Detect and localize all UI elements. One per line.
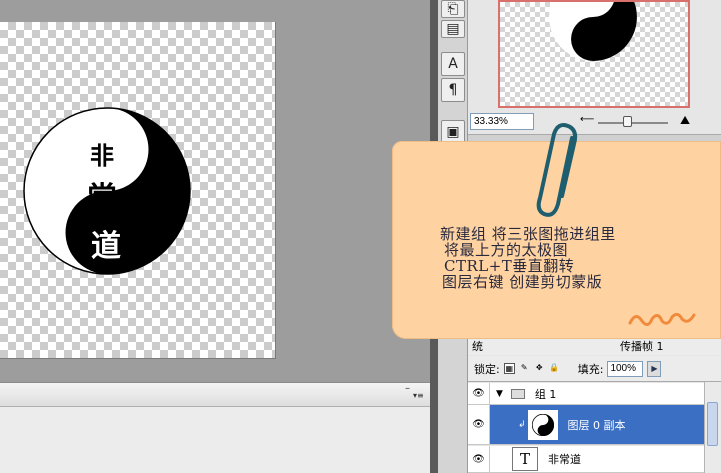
character-panel-icon[interactable]: A	[441, 52, 465, 76]
navigator-preview[interactable]	[498, 0, 690, 108]
layer-row-text[interactable]: 👁 T 非常道	[468, 446, 704, 473]
zoom-slider-track[interactable]	[598, 122, 668, 124]
layer-name: 图层 0 副本	[567, 418, 626, 432]
layers-scrollbar[interactable]	[704, 382, 721, 473]
layer-row-selected[interactable]: 👁 ↲ 图层 0 副本	[468, 405, 704, 445]
bottom-panel-header: – ▾≡	[0, 383, 430, 407]
lock-all-icon[interactable]: 🔒	[549, 363, 560, 374]
propagate-frame-label[interactable]: 传播帧 1	[620, 338, 664, 354]
navigator-zoom-row: ⟵ ⛰	[468, 113, 721, 131]
text-layer-thumb-icon: T	[512, 447, 538, 471]
layer-name: 非常道	[548, 453, 581, 466]
art-char-1: 非	[90, 141, 114, 170]
fill-arrow-icon[interactable]: ▶	[647, 360, 662, 377]
clip-arrow-icon: ↲	[518, 419, 526, 430]
folder-icon	[510, 388, 525, 399]
scrollbar-thumb[interactable]	[707, 402, 718, 446]
art-char-3: 道	[91, 229, 121, 264]
lock-label: 锁定:	[474, 362, 500, 376]
blend-mode-partial: 统	[472, 340, 483, 353]
zoom-in-icon[interactable]: ⛰	[680, 113, 690, 128]
note-line-4: 图层右键 创建剪切蒙版	[442, 273, 603, 291]
expand-triangle-icon[interactable]: ▼	[496, 389, 503, 399]
navigator-thumbnail	[549, 2, 637, 61]
lock-paint-icon[interactable]: ✎	[519, 363, 530, 374]
layer-name: 组 1	[534, 387, 557, 401]
layer-row-group[interactable]: 👁 ▼ 组 1	[468, 383, 704, 405]
lock-move-icon[interactable]: ✥	[534, 363, 545, 374]
fill-label: 填充:	[577, 362, 604, 376]
lock-row: 锁定: ▦ ✎ ✥ 🔒 填充: ▶	[468, 356, 721, 382]
fill-input[interactable]	[607, 360, 644, 377]
visibility-eye-icon[interactable]: 👁	[468, 446, 490, 472]
yinyang-thumb-icon	[531, 413, 554, 436]
document-canvas[interactable]: 非 常 道	[0, 22, 276, 359]
brush-preset-icon[interactable]: ▤	[441, 20, 465, 38]
minimize-icon[interactable]: –	[405, 383, 410, 394]
paperclip-icon	[536, 123, 578, 217]
panel-menu-icon[interactable]: ▾≡	[413, 391, 424, 400]
zoom-input[interactable]	[470, 113, 534, 130]
clone-source-icon[interactable]: ⎗	[441, 0, 465, 18]
visibility-eye-icon[interactable]: 👁	[468, 383, 490, 404]
art-char-2: 常	[87, 181, 117, 216]
yinyang-artwork: 非 常 道	[23, 107, 191, 275]
lock-transparent-icon[interactable]: ▦	[503, 363, 515, 374]
visibility-eye-icon[interactable]: 👁	[468, 405, 490, 444]
paragraph-panel-icon[interactable]: ¶	[441, 78, 465, 102]
layer-thumbnail	[527, 409, 558, 440]
zoom-slider-thumb[interactable]	[623, 116, 632, 127]
bottom-panel: – ▾≡	[0, 382, 430, 473]
squiggle-icon	[628, 312, 696, 326]
